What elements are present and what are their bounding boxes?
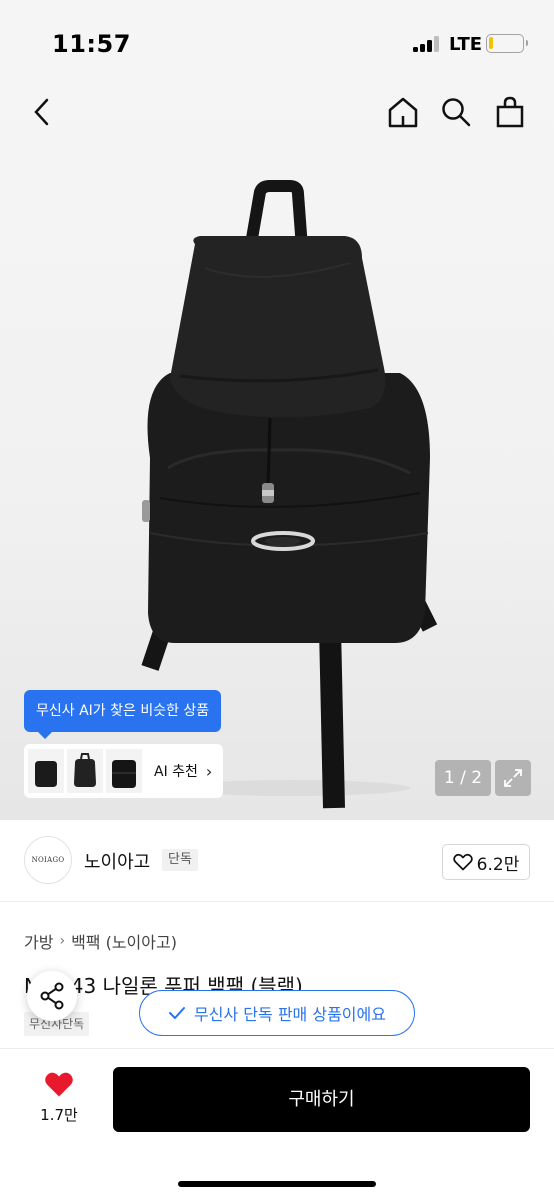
breadcrumb: 가방 › 백팩 (노이아고) <box>24 929 177 953</box>
share-icon <box>40 982 64 1010</box>
product-image-gallery[interactable]: 무신사 AI가 찾은 비슷한 상품 AI 추천 › 1 / 2 <box>0 88 554 820</box>
breadcrumb-item[interactable]: 백팩 (노이아고) <box>71 929 177 953</box>
brand-logo[interactable]: NOIAGO <box>24 836 72 884</box>
breadcrumb-item[interactable]: 가방 <box>24 929 53 953</box>
brand-name[interactable]: 노이아고 <box>84 848 150 874</box>
search-icon <box>442 98 471 127</box>
check-icon <box>169 1007 186 1019</box>
ai-similar-tooltip: 무신사 AI가 찾은 비슷한 상품 <box>24 690 222 739</box>
network-type: LTE <box>449 34 483 55</box>
brand-like-button[interactable]: 6.2만 <box>442 844 530 880</box>
ai-thumbnail <box>67 749 103 793</box>
brand-logo-text: NOIAGO <box>31 856 65 864</box>
home-indicator <box>178 1181 376 1187</box>
wishlist-button[interactable] <box>44 1071 74 1102</box>
home-icon <box>388 97 418 128</box>
brand-like-count: 6.2만 <box>476 854 520 875</box>
back-button[interactable] <box>22 92 62 132</box>
brand-badge: 단독 <box>162 849 198 871</box>
cart-button[interactable] <box>490 92 530 132</box>
ai-recommend-label: AI 추천 <box>154 764 198 780</box>
chevron-right-icon: › <box>59 933 66 949</box>
battery-icon <box>486 34 528 53</box>
ai-thumbnail <box>28 749 64 793</box>
status-bar: 11:57 LTE <box>0 0 554 88</box>
battery-fill <box>489 37 493 49</box>
buy-button[interactable]: 구매하기 <box>113 1067 530 1132</box>
back-icon <box>34 98 49 126</box>
heart-outline-icon <box>452 853 473 871</box>
brand-row: NOIAGO 노이아고 단독 6.2만 <box>0 820 554 902</box>
exclusive-notice: 무신사 단독 판매 상품이에요 <box>139 990 415 1036</box>
home-button[interactable] <box>383 92 423 132</box>
wishlist-count: 1.7만 <box>40 1106 78 1124</box>
heart-filled-icon <box>45 1072 73 1097</box>
image-counter: 1 / 2 <box>435 760 491 796</box>
search-button[interactable] <box>436 92 476 132</box>
signal-icon <box>413 36 441 52</box>
ai-recommend-button[interactable]: AI 추천 › <box>24 744 223 798</box>
shopping-bag-icon <box>496 96 524 128</box>
status-time: 11:57 <box>52 30 131 58</box>
chevron-right-icon: › <box>205 761 213 781</box>
expand-icon <box>504 769 522 787</box>
exclusive-label: 무신사 단독 판매 상품이에요 <box>194 1005 386 1024</box>
expand-button[interactable] <box>495 760 531 796</box>
ai-thumbnail <box>106 749 142 793</box>
share-button[interactable] <box>27 971 77 1021</box>
